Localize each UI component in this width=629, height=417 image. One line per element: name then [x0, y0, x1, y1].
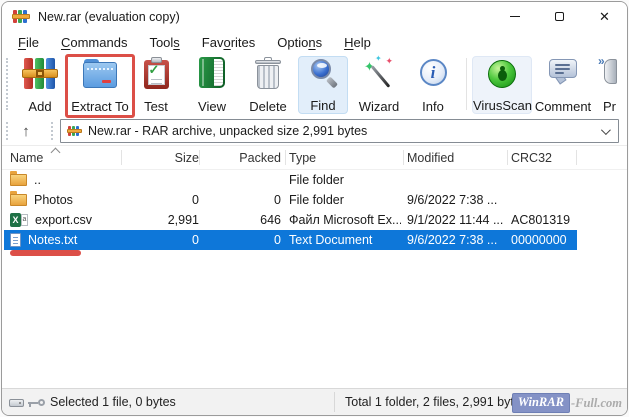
column-header-modified[interactable]: Modified — [407, 147, 505, 169]
table-row-notes-txt[interactable]: Notes.txt 0 0 Text Document 9/6/2022 7:3… — [4, 230, 577, 250]
folder-icon — [10, 194, 27, 206]
address-drag-grip[interactable] — [6, 122, 9, 140]
table-row-export-csv[interactable]: Xaexport.csv 2,991 646 Файл Microsoft Ex… — [4, 210, 577, 230]
selection-status: Selected 1 file, 0 bytes — [50, 389, 176, 415]
column-header-size[interactable]: Size — [125, 147, 199, 169]
watermark: WinRAR -Full.com — [512, 393, 622, 413]
virusscan-bug-icon — [488, 60, 516, 88]
find-magnifier-icon — [308, 58, 338, 90]
close-icon: ✕ — [599, 9, 610, 25]
minimize-icon — [510, 16, 520, 17]
column-header-type[interactable]: Type — [289, 147, 401, 169]
menu-help[interactable]: Help — [333, 32, 382, 54]
archive-description: New.rar - RAR archive, unpacked size 2,9… — [88, 124, 367, 138]
menu-tools[interactable]: Tools — [138, 32, 190, 54]
toolbar-separator — [466, 58, 467, 110]
comment-bubble-icon — [548, 58, 578, 89]
up-directory-button[interactable]: ↑ — [13, 119, 39, 143]
find-button[interactable]: Find — [298, 56, 348, 114]
watermark-suffix: -Full.com — [571, 396, 622, 411]
folder-icon — [10, 174, 27, 186]
info-icon: i — [420, 59, 447, 86]
status-bar: Selected 1 file, 0 bytes Total 1 folder,… — [2, 388, 627, 415]
maximize-icon — [555, 12, 564, 21]
add-archive-icon — [24, 58, 56, 89]
test-button[interactable]: ✓ Test — [132, 56, 180, 114]
address-bar: ↑ New.rar - RAR archive, unpacked size 2… — [2, 116, 627, 146]
archive-path-combobox[interactable]: New.rar - RAR archive, unpacked size 2,9… — [60, 119, 619, 143]
column-header-name[interactable]: Name — [10, 147, 122, 169]
menu-commands[interactable]: Commands — [50, 32, 138, 54]
excel-file-icon: Xa — [10, 213, 28, 227]
key-icon — [28, 398, 45, 408]
minimize-button[interactable] — [492, 2, 537, 31]
table-row-photos[interactable]: Photos 0 0 File folder 9/6/2022 7:38 ... — [4, 190, 577, 210]
column-header-packed[interactable]: Packed — [203, 147, 281, 169]
virusscan-button[interactable]: VirusScan — [472, 56, 532, 114]
drive-icon — [9, 399, 24, 407]
watermark-brand: WinRAR — [512, 393, 570, 413]
wizard-button[interactable]: ✦✦✦ Wizard — [350, 56, 408, 114]
status-divider — [334, 392, 335, 412]
archive-icon — [68, 126, 81, 136]
winrar-window: New.rar (evaluation copy) ✕ File Command… — [1, 1, 628, 416]
totals-status: Total 1 folder, 2 files, 2,991 bytes — [345, 389, 527, 415]
view-book-icon — [199, 57, 225, 88]
menu-options[interactable]: Options — [266, 32, 333, 54]
add-button[interactable]: Add — [12, 56, 68, 114]
menu-file[interactable]: File — [7, 32, 50, 54]
menu-bar: File Commands Tools Favorites Options He… — [2, 32, 627, 54]
toolbar-drag-grip[interactable] — [6, 58, 9, 110]
delete-button[interactable]: Delete — [240, 56, 296, 114]
text-file-icon — [10, 233, 21, 247]
maximize-button[interactable] — [537, 2, 582, 31]
close-button[interactable]: ✕ — [582, 2, 627, 31]
column-header-row: Name Size Packed Type Modified CRC32 — [4, 147, 577, 169]
annotation-box-extract-to — [65, 54, 135, 118]
table-row-parent-dir[interactable]: .. File folder — [4, 170, 577, 190]
comment-button[interactable]: Comment — [532, 56, 594, 114]
view-button[interactable]: View — [184, 56, 240, 114]
wizard-wand-icon: ✦✦✦ — [364, 57, 394, 89]
test-clipboard-icon: ✓ — [144, 57, 169, 89]
annotation-underline-notes-txt — [10, 250, 81, 256]
delete-trash-icon — [255, 57, 281, 89]
up-arrow-icon: ↑ — [22, 123, 30, 140]
winrar-logo-icon — [13, 10, 29, 23]
protect-icon — [604, 59, 617, 84]
menu-favorites[interactable]: Favorites — [191, 32, 266, 54]
toolbar-overflow-icon[interactable]: » — [598, 54, 605, 68]
chevron-down-icon[interactable] — [601, 125, 611, 135]
column-header-crc32[interactable]: CRC32 — [511, 147, 575, 169]
info-button[interactable]: i Info — [410, 56, 456, 114]
address-drag-grip-2[interactable] — [51, 122, 54, 140]
window-title: New.rar (evaluation copy) — [38, 2, 180, 32]
title-bar: New.rar (evaluation copy) ✕ — [2, 2, 627, 32]
